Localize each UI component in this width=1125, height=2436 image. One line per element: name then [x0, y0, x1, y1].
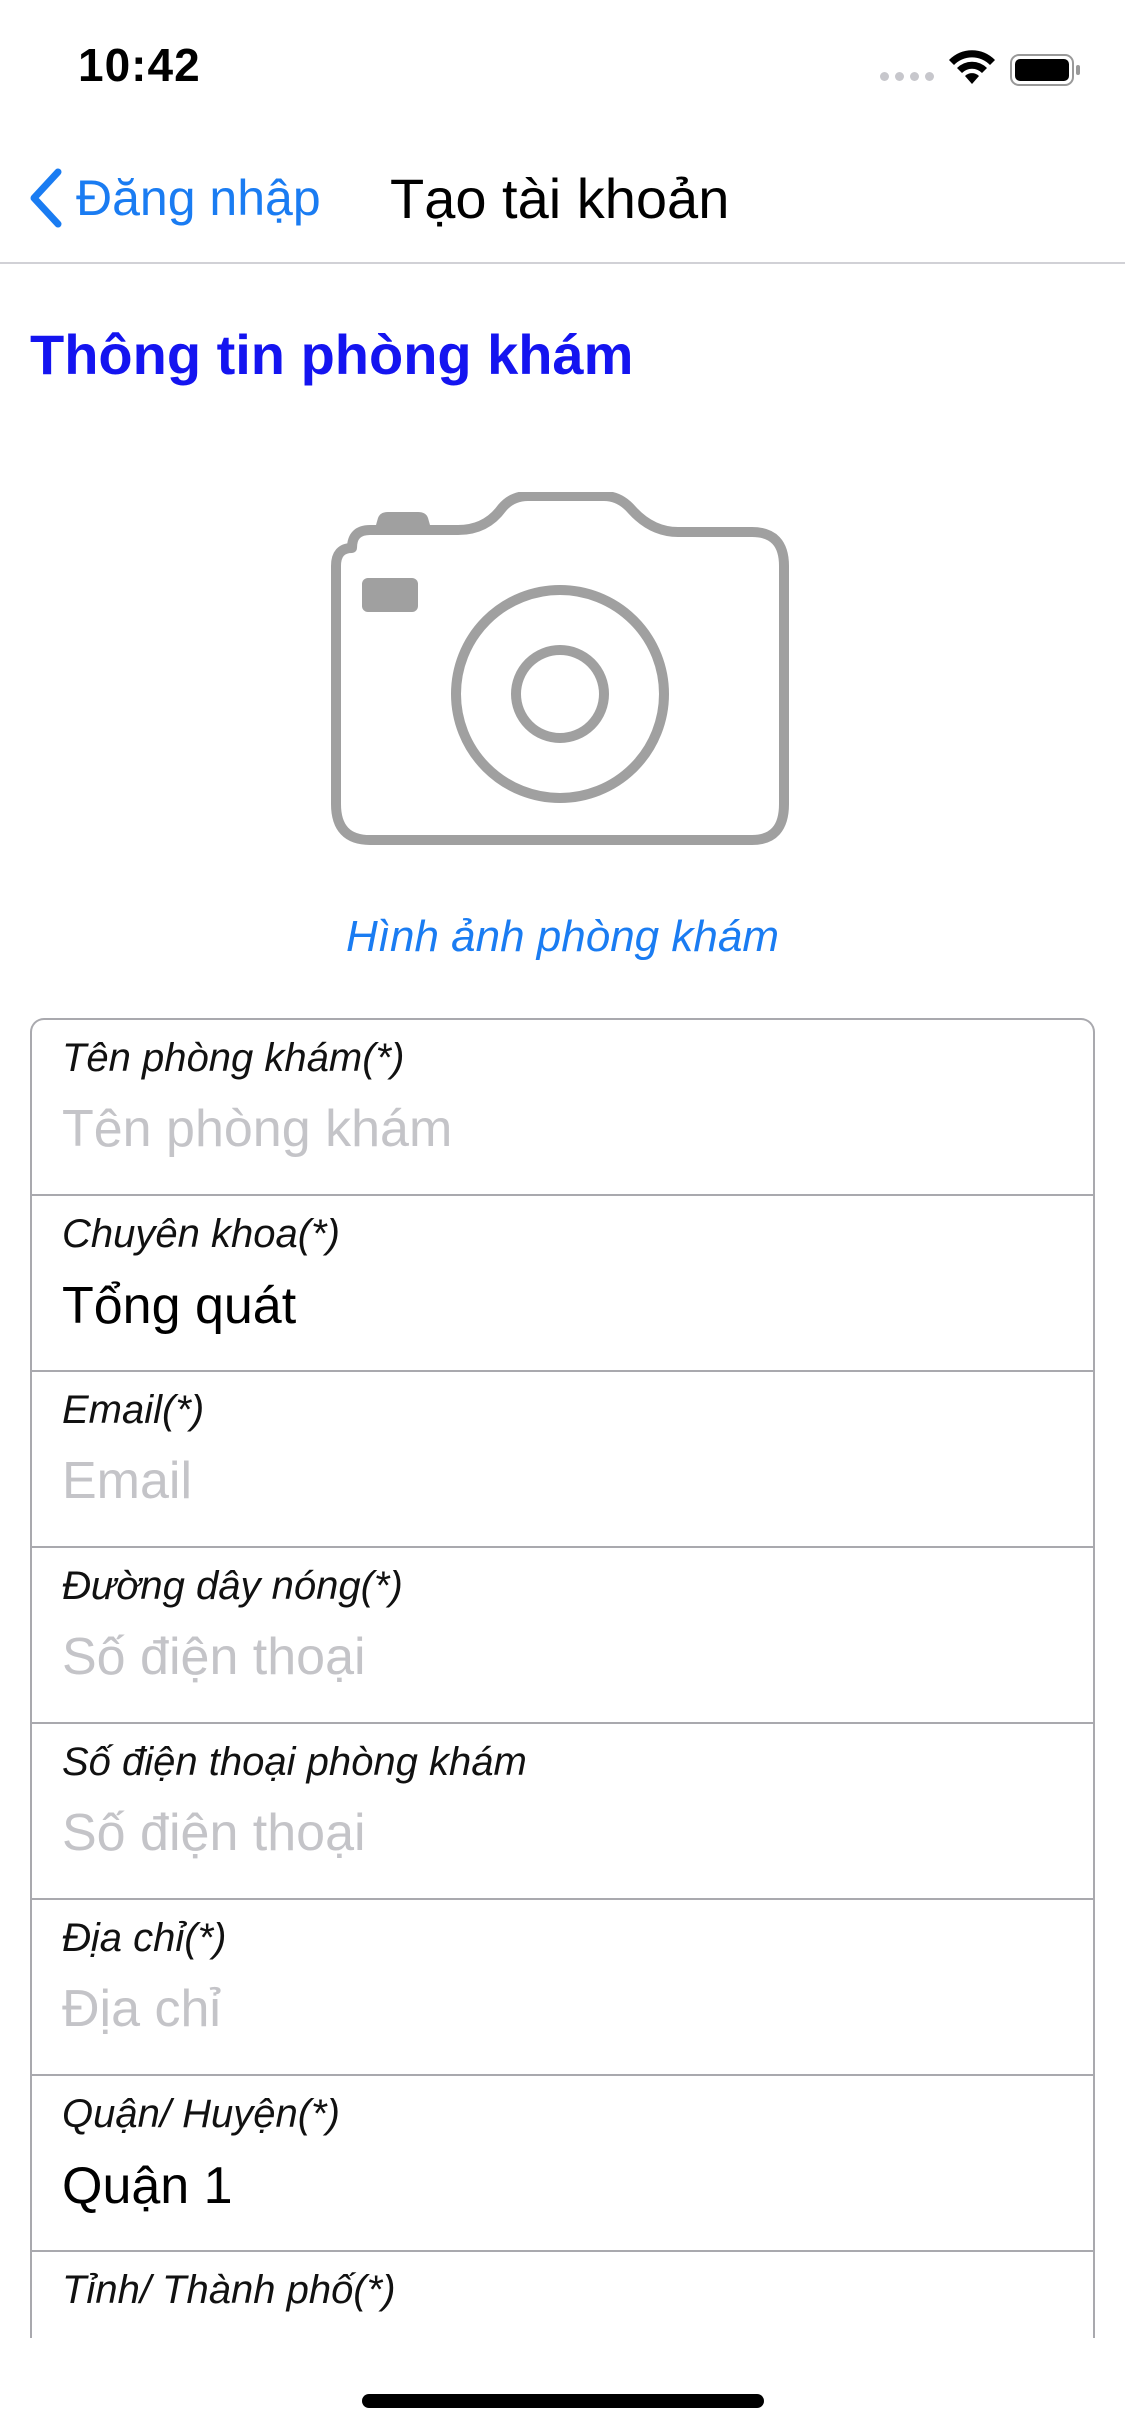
form-row-district: Quận/ Huyện(*) Quận 1 [32, 2076, 1093, 2252]
district-select[interactable]: Quận 1 [62, 2156, 233, 2216]
form-row-hotline: Đường dây nóng(*) [32, 1548, 1093, 1724]
email-label: Email(*) [62, 1388, 205, 1432]
home-indicator [362, 2394, 764, 2408]
clinic-phone-input[interactable] [62, 1798, 1062, 1868]
battery-icon [1010, 54, 1080, 86]
signal-dots-icon [880, 72, 934, 84]
create-account-screen: 10:42 Đăng nhập Tạo tài khoản Thông tin … [0, 0, 1125, 2436]
address-label: Địa chỉ(*) [62, 1916, 227, 1960]
camera-icon[interactable] [322, 492, 798, 848]
clinic-photo-link[interactable]: Hình ảnh phòng khám [0, 912, 1125, 962]
clinic-name-input[interactable] [62, 1094, 1062, 1164]
page-title: Tạo tài khoản [390, 167, 730, 230]
bottom-safe-area [0, 2338, 1125, 2436]
clinic-name-label: Tên phòng khám(*) [62, 1036, 405, 1080]
status-time: 10:42 [78, 39, 201, 91]
navigation-bar: Đăng nhập Tạo tài khoản [0, 132, 1125, 264]
clinic-info-form: Tên phòng khám(*) Chuyên khoa(*) Tổng qu… [30, 1018, 1095, 2338]
form-row-address: Địa chỉ(*) [32, 1900, 1093, 2076]
chevron-left-icon [30, 168, 62, 228]
address-input[interactable] [62, 1974, 1062, 2044]
hotline-input[interactable] [62, 1622, 1062, 1692]
form-row-specialty: Chuyên khoa(*) Tổng quát [32, 1196, 1093, 1372]
province-label: Tỉnh/ Thành phố(*) [62, 2268, 396, 2312]
wifi-icon [949, 50, 995, 84]
form-row-clinic-name: Tên phòng khám(*) [32, 1020, 1093, 1196]
district-label: Quận/ Huyện(*) [62, 2092, 340, 2136]
email-field[interactable] [62, 1446, 1062, 1516]
back-label: Đăng nhập [76, 170, 321, 226]
hotline-label: Đường dây nóng(*) [62, 1564, 403, 1608]
status-bar: 10:42 [0, 0, 1125, 132]
form-row-clinic-phone: Số điện thoại phòng khám [32, 1724, 1093, 1900]
form-row-province: Tỉnh/ Thành phố(*) [32, 2252, 1093, 2338]
form-row-email: Email(*) [32, 1372, 1093, 1548]
back-button[interactable]: Đăng nhập [26, 162, 321, 234]
specialty-select[interactable]: Tổng quát [62, 1276, 296, 1336]
clinic-phone-label: Số điện thoại phòng khám [62, 1740, 527, 1784]
specialty-label: Chuyên khoa(*) [62, 1212, 340, 1256]
section-title: Thông tin phòng khám [30, 323, 634, 386]
